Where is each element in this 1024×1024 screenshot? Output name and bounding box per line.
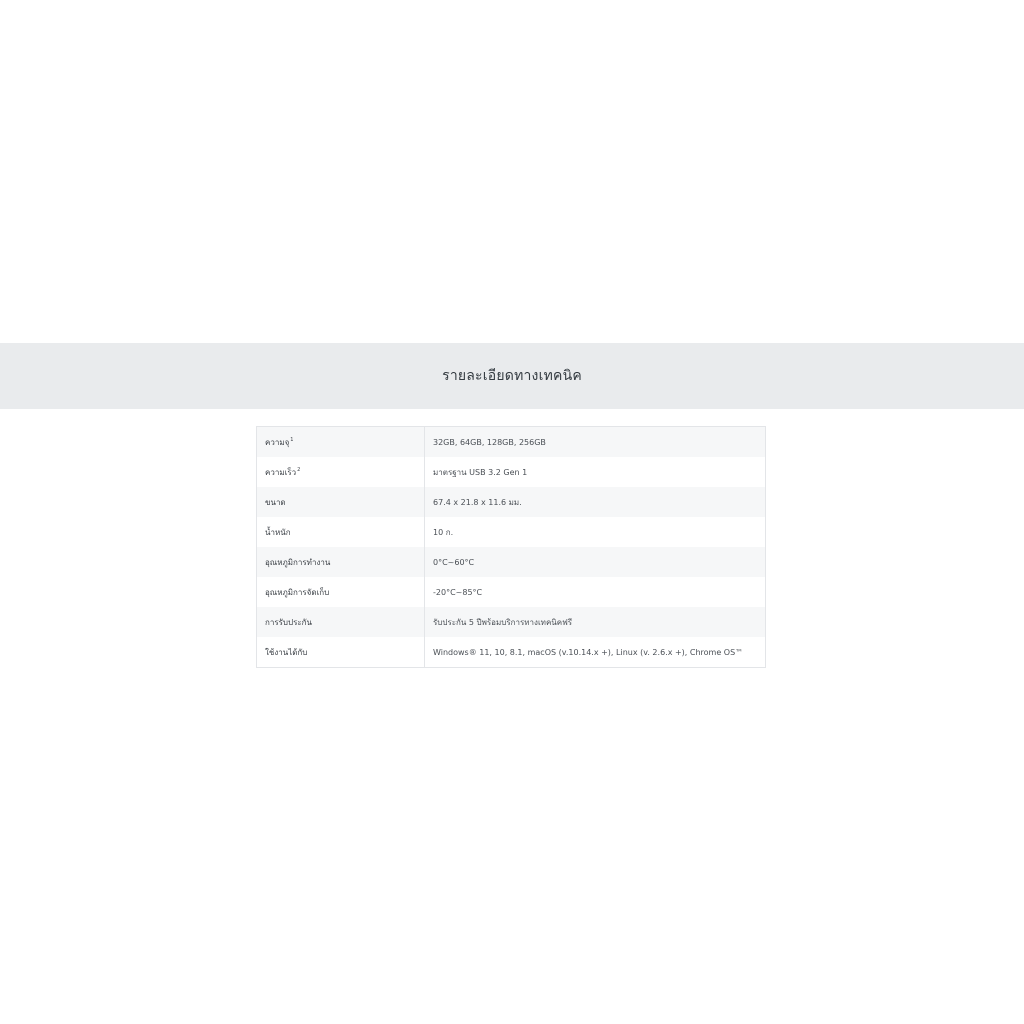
spec-value: 67.4 x 21.8 x 11.6 มม. bbox=[424, 487, 766, 517]
table-row: ขนาด 67.4 x 21.8 x 11.6 มม. bbox=[256, 487, 766, 517]
spec-label: ความจุ1 bbox=[256, 426, 425, 457]
spec-label: การรับประกัน bbox=[256, 607, 425, 637]
spec-label: ใช้งานได้กับ bbox=[256, 637, 425, 668]
spec-label: ความเร็ว2 bbox=[256, 457, 425, 487]
table-row: น้ำหนัก 10 ก. bbox=[256, 517, 766, 547]
spec-label: น้ำหนัก bbox=[256, 517, 425, 547]
footnote-marker: 1 bbox=[290, 436, 294, 443]
table-row: อุณหภูมิการทำงาน 0°C~60°C bbox=[256, 547, 766, 577]
spec-label: อุณหภูมิการจัดเก็บ bbox=[256, 577, 425, 607]
spec-label: อุณหภูมิการทำงาน bbox=[256, 547, 425, 577]
spec-label: ขนาด bbox=[256, 487, 425, 517]
spec-value: มาตรฐาน USB 3.2 Gen 1 bbox=[424, 457, 766, 487]
section-title: รายละเอียดทางเทคนิค bbox=[442, 368, 582, 384]
spec-value: 32GB, 64GB, 128GB, 256GB bbox=[424, 426, 766, 457]
spec-table: ความจุ1 32GB, 64GB, 128GB, 256GB ความเร็… bbox=[256, 426, 766, 668]
table-row: การรับประกัน รับประกัน 5 ปีพร้อมบริการทา… bbox=[256, 607, 766, 637]
spec-value: Windows® 11, 10, 8.1, macOS (v.10.14.x +… bbox=[424, 637, 766, 668]
table-row: ความเร็ว2 มาตรฐาน USB 3.2 Gen 1 bbox=[256, 457, 766, 487]
table-row: ความจุ1 32GB, 64GB, 128GB, 256GB bbox=[256, 426, 766, 457]
table-row: อุณหภูมิการจัดเก็บ -20°C~85°C bbox=[256, 577, 766, 607]
spec-value: -20°C~85°C bbox=[424, 577, 766, 607]
spec-value: รับประกัน 5 ปีพร้อมบริการทางเทคนิคฟรี bbox=[424, 607, 766, 637]
table-row: ใช้งานได้กับ Windows® 11, 10, 8.1, macOS… bbox=[256, 637, 766, 668]
spec-value: 10 ก. bbox=[424, 517, 766, 547]
footnote-marker: 2 bbox=[297, 466, 301, 473]
section-header-banner: รายละเอียดทางเทคนิค bbox=[0, 343, 1024, 409]
page: รายละเอียดทางเทคนิค ความจุ1 32GB, 64GB, … bbox=[0, 0, 1024, 1024]
spec-value: 0°C~60°C bbox=[424, 547, 766, 577]
